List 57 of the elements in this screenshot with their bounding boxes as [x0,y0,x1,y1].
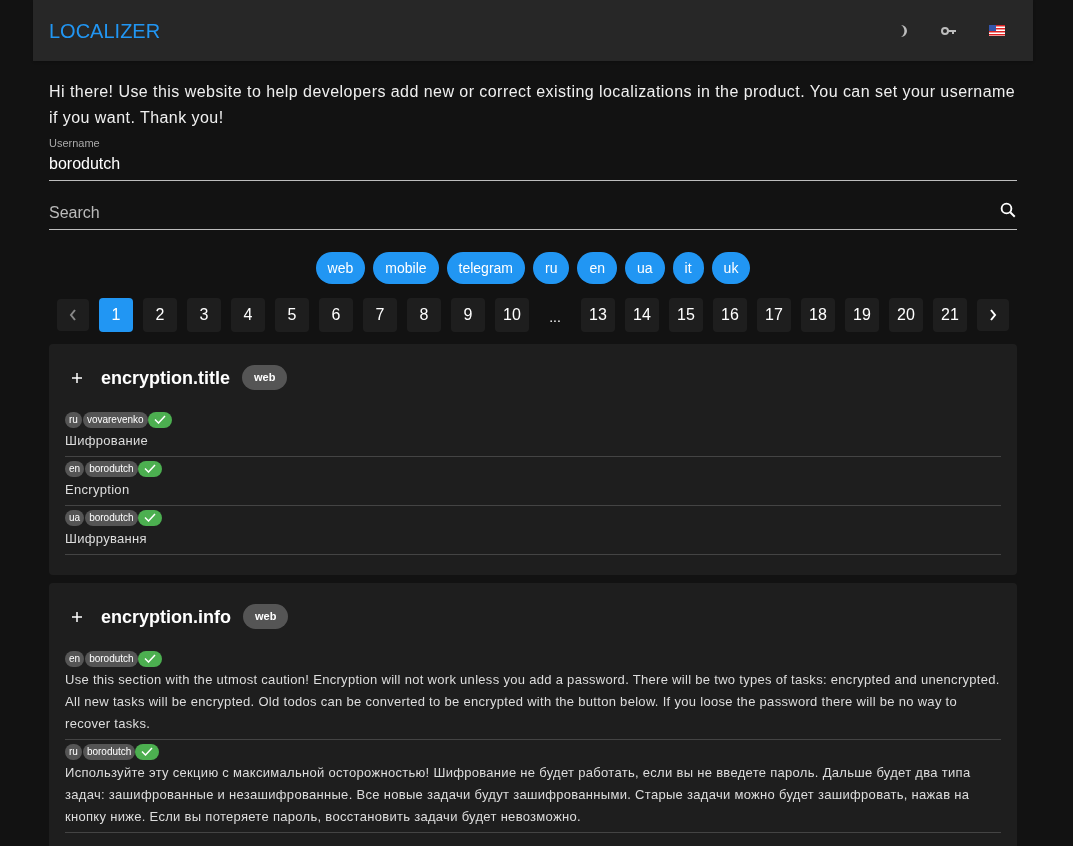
page-button[interactable]: 17 [757,297,791,332]
search-field[interactable]: Search [49,200,1017,230]
language-chip: en [65,460,85,477]
translation-key: encryption.info [101,602,231,631]
language-chip: ua [65,509,85,526]
checkmark-icon [143,654,156,663]
flag-icon [989,25,1005,36]
page-button[interactable]: 8 [407,297,441,332]
user-chip: borodutch [85,650,138,667]
translation-text: Используйте эту секцию с максимальной осторожностью! Шифрование не будет работать, если вы не введете пароль. Дальше будет два типа задач: зашифрованные и незашифрованные. Все новые задачи будут зашифрованными. Старые задачи можно будет зашифровать, нажав на кнопку ниже. Если вы потеряете пароль, восстановить задачи будет невозможно. [65,763,972,826]
user-chip: borodutch [85,509,138,526]
username-label: Username [49,136,100,151]
language-chip: ru [65,743,82,760]
pagination-ellipsis: ... [548,307,562,327]
chevron-left-icon [69,308,77,321]
checkmark-icon [141,747,154,756]
page-button[interactable]: 20 [889,297,923,332]
translation-text: Шифрование [65,431,149,450]
plus-icon [72,372,82,383]
intro-text: Hi there! Use this website to help developers add new or correct existing localizations in the product. You can set your username if you want. Thank you! [49,82,1017,128]
checkmark-icon [153,415,166,424]
translation-text: Шифрування [65,529,148,548]
page-button[interactable]: 2 [143,297,177,332]
page-button[interactable]: 10 [495,297,529,332]
next-page-button[interactable] [977,298,1009,331]
app-title: LOCALIZER [49,18,162,44]
translation-text: Encryption [65,480,131,499]
key-icon [941,25,957,36]
translation-key: encryption.title [101,363,230,392]
page-button[interactable]: 21 [933,297,967,332]
previous-page-button[interactable] [57,298,89,331]
translation-text: Use this section with the utmost caution! Encryption will not work unless you add a password. There will be two types of tasks: encrypted and unencrypted. All new tasks will be encrypted. Old todos can be converted to be encrypted with the button below. If you loose the password there will be no way to recover tasks. [65,670,1001,733]
tag-chip: web [243,604,289,629]
page-button[interactable]: 15 [669,297,703,332]
page-button[interactable]: 6 [319,297,353,332]
user-chip: vovarevenko [82,411,148,428]
language-chip: ru [65,411,82,428]
page-button[interactable]: 9 [451,297,485,332]
checkmark-icon [143,513,156,522]
page-button[interactable]: 16 [713,297,747,332]
user-chip: borodutch [85,460,138,477]
tag-chip: web [242,365,288,390]
page-button[interactable]: 5 [275,297,309,332]
page-button[interactable]: 19 [845,297,879,332]
page-button[interactable]: 14 [625,297,659,332]
page-button[interactable]: 7 [363,297,397,332]
page-button[interactable]: 4 [231,297,265,332]
checkmark-icon [143,464,156,473]
chevron-right-icon [989,308,997,321]
user-chip: borodutch [82,743,136,760]
username-field[interactable]: borodutch [49,151,1017,181]
plus-icon [72,611,82,622]
page-button[interactable]: 18 [801,297,835,332]
page-button[interactable]: 13 [581,297,615,332]
page-button[interactable]: 3 [187,297,221,332]
language-chip: en [65,650,85,667]
search-icon [999,200,1017,219]
